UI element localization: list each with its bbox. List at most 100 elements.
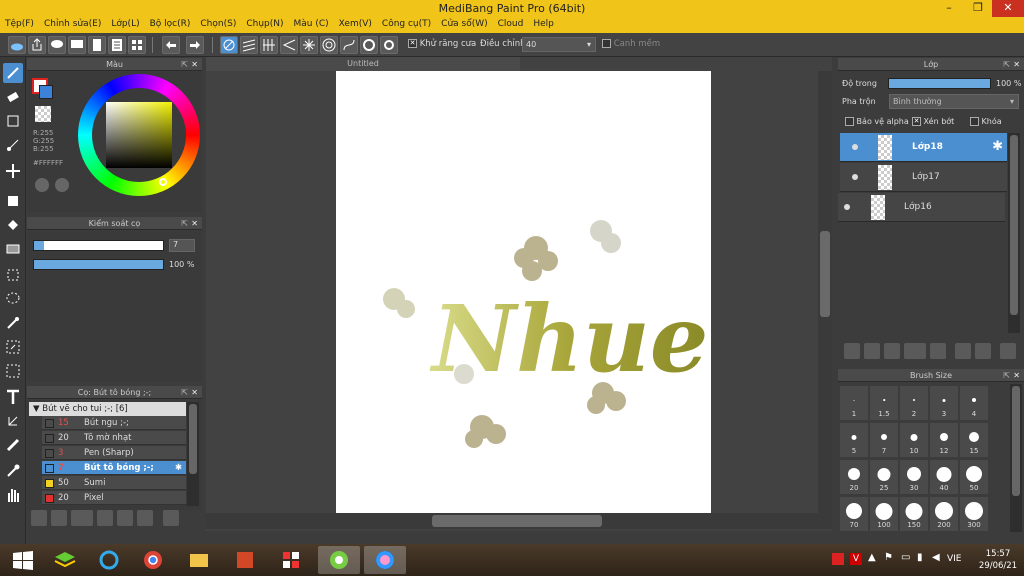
menu-cloud[interactable]: Cloud (493, 17, 529, 29)
brush-size-cell[interactable]: 4 (960, 386, 988, 420)
concentric-snap-icon[interactable] (320, 36, 338, 54)
undock-icon[interactable]: ⇱ (1003, 58, 1010, 71)
move-tool-icon[interactable] (3, 161, 23, 181)
select-rect-tool-icon[interactable] (3, 265, 23, 285)
visibility-icon[interactable] (844, 204, 850, 210)
hue-handle[interactable] (159, 178, 167, 186)
app-grid-icon[interactable] (270, 546, 312, 574)
smooth-checkbox[interactable] (602, 39, 611, 48)
select-pen-tool-icon[interactable] (3, 337, 23, 357)
menu-window[interactable]: Cửa sổ(W) (436, 17, 492, 29)
close-icon[interactable]: ✕ (1013, 58, 1020, 71)
fill-rect-tool-icon[interactable] (3, 191, 23, 211)
brush-size-cell[interactable]: 12 (930, 423, 958, 457)
clipping-checkbox[interactable]: ✕ (912, 117, 921, 126)
layer-list-scrollbar[interactable] (1008, 133, 1020, 333)
windows-start-icon[interactable] (2, 546, 44, 574)
text-tool-icon[interactable] (3, 387, 23, 407)
folder-icon[interactable] (117, 510, 133, 526)
document-canvas[interactable]: Nhue (336, 71, 711, 513)
brush-item[interactable]: 3 Pen (Sharp) (42, 446, 186, 460)
bucket-tool-icon[interactable] (3, 215, 23, 235)
brush-item[interactable]: 20 Tô mờ nhạt (42, 431, 186, 445)
layer-row-selected[interactable]: Lớp18 ✱ (840, 133, 1007, 162)
brush-size-cell[interactable]: 300 (960, 497, 988, 531)
close-icon[interactable]: ✕ (191, 58, 198, 71)
flag-icon[interactable]: ⚑ (884, 552, 893, 563)
brush-add-icon[interactable] (71, 510, 93, 526)
brush-size-cell[interactable]: 7 (870, 423, 898, 457)
undock-icon[interactable]: ⇱ (181, 58, 188, 71)
palette-add-icon[interactable] (55, 178, 69, 192)
curve-snap-icon[interactable] (340, 36, 358, 54)
battery-icon[interactable]: ▭ (901, 552, 910, 563)
select-eraser-tool-icon[interactable] (3, 361, 23, 381)
brush-size-cell[interactable]: 15 (960, 423, 988, 457)
redo-icon[interactable] (186, 36, 204, 54)
brush-item[interactable]: 15 Bút ngu ;-; (42, 416, 186, 430)
menu-view[interactable]: Xem(V) (334, 17, 377, 29)
bluestacks-icon[interactable] (44, 546, 86, 574)
menu-filter[interactable]: Bộ lọc(R) (145, 17, 196, 29)
brush-size-cell[interactable]: 25 (870, 460, 898, 494)
clock-date[interactable]: 29/06/21 (974, 561, 1022, 571)
menu-capture[interactable]: Chụp(N) (241, 17, 288, 29)
brush-size-cell[interactable]: 200 (930, 497, 958, 531)
network-icon[interactable]: ▮ (917, 552, 923, 563)
secondary-color-swatch[interactable] (39, 85, 53, 99)
brush-item[interactable]: 50 Sumi (42, 476, 186, 490)
undock-icon[interactable]: ⇱ (1003, 369, 1010, 382)
comment-icon[interactable] (48, 36, 66, 54)
brush-group[interactable]: ▼ Bút vẽ cho tui ;-; [6] (29, 402, 186, 416)
antialias-option[interactable]: ✕ Khử răng cưa (408, 39, 476, 49)
horizontal-scrollbar[interactable] (206, 513, 832, 529)
brush-size-cell[interactable]: 40 (930, 460, 958, 494)
transparent-swatch[interactable] (35, 106, 51, 122)
brush-size-cell[interactable]: 5 (840, 423, 868, 457)
language-indicator[interactable]: VIE (947, 554, 962, 564)
corel-icon[interactable] (318, 546, 360, 574)
circle-snap-icon[interactable] (360, 36, 378, 54)
brush-size-cell[interactable]: 50 (960, 460, 988, 494)
visibility-icon[interactable] (852, 174, 858, 180)
powerpoint-icon[interactable] (224, 546, 266, 574)
merge-layer-icon[interactable] (975, 343, 991, 359)
correction-select[interactable]: 40 ▾ (522, 37, 596, 52)
brush-size-cell[interactable]: 20 (840, 460, 868, 494)
brush-item[interactable]: 20 Pixel (42, 491, 186, 505)
new-layer-icon[interactable] (844, 343, 860, 359)
menu-tools[interactable]: Công cụ(T) (377, 17, 436, 29)
lasso-tool-icon[interactable] (3, 289, 23, 309)
grid-icon[interactable] (128, 36, 146, 54)
page-icon[interactable] (88, 36, 106, 54)
protect-alpha-checkbox[interactable] (845, 117, 854, 126)
tray-arrow-icon[interactable]: ▲ (868, 552, 876, 563)
brush-size-scrollbar[interactable] (1010, 384, 1022, 532)
close-button[interactable]: ✕ (992, 0, 1024, 17)
rectangle-tool-icon[interactable] (3, 111, 23, 131)
size-slider[interactable] (33, 240, 164, 251)
brush-size-cell[interactable]: 1 (840, 386, 868, 420)
menu-edit[interactable]: Chỉnh sửa(E) (39, 17, 106, 29)
hand-tool-icon[interactable] (3, 485, 23, 505)
gear-icon[interactable]: ✱ (175, 461, 182, 475)
add-layer-menu-icon[interactable] (904, 343, 926, 359)
vertical-scrollbar[interactable] (818, 71, 832, 513)
close-icon[interactable]: ✕ (1013, 369, 1020, 382)
medibang-icon[interactable] (364, 546, 406, 574)
brush-size-cell[interactable]: 10 (900, 423, 928, 457)
eyedropper-tool-icon[interactable] (3, 461, 23, 481)
blend-select[interactable]: Bình thường ▾ (889, 94, 1019, 109)
menu-color[interactable]: Màu (C) (289, 17, 334, 29)
gradient-tool-icon[interactable] (3, 239, 23, 259)
brush-new-icon[interactable] (51, 510, 67, 526)
lock-option[interactable]: Khóa (970, 117, 1002, 126)
file-explorer-icon[interactable] (178, 546, 220, 574)
close-icon[interactable]: ✕ (191, 217, 198, 230)
antialias-checkbox[interactable]: ✕ (408, 39, 417, 48)
new-halftone-layer-icon[interactable] (864, 343, 880, 359)
page-list-icon[interactable] (108, 36, 126, 54)
brush-size-cell[interactable]: 30 (900, 460, 928, 494)
lock-checkbox[interactable] (970, 117, 979, 126)
brush-size-cell[interactable]: 2 (900, 386, 928, 420)
